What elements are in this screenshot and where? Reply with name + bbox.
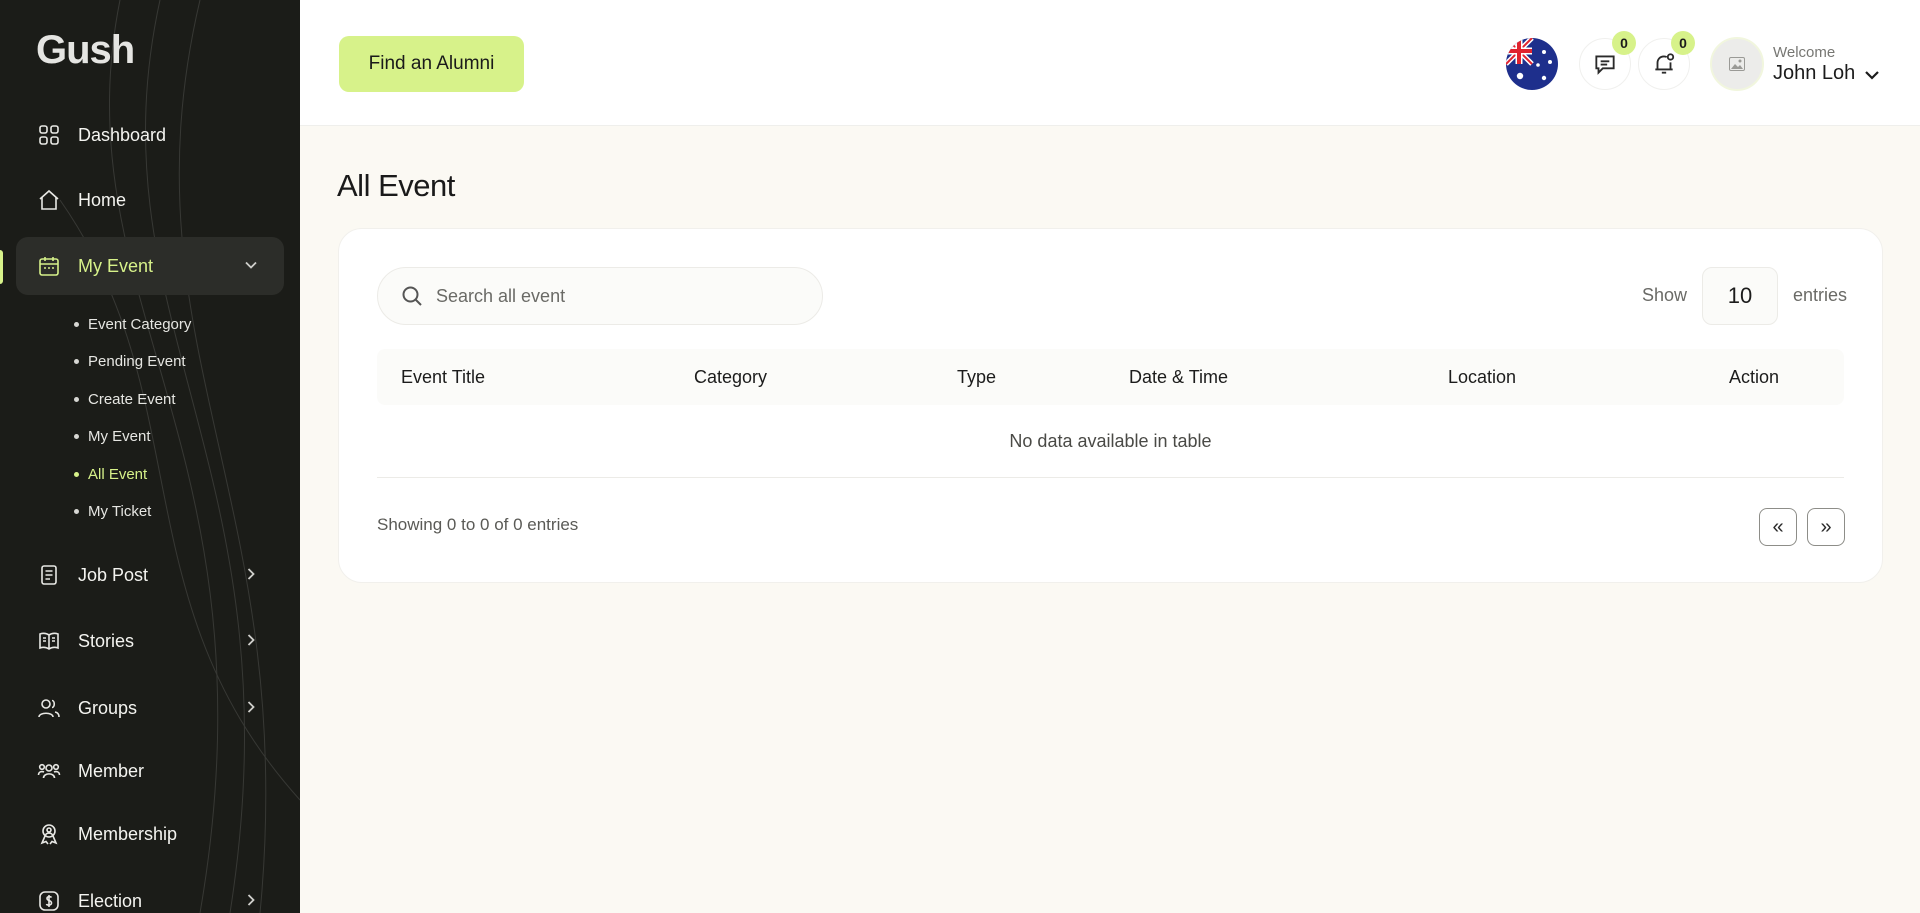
book-icon [36, 628, 62, 654]
sidebar-item-election[interactable]: Election [16, 872, 284, 913]
sub-item-label: My Event [88, 427, 151, 445]
user-menu-chevron-icon[interactable] [1863, 68, 1881, 82]
messages-button[interactable]: 0 [1579, 31, 1636, 90]
chevron-right-icon [244, 893, 258, 907]
search-box[interactable] [377, 267, 823, 325]
home-icon [36, 187, 62, 213]
column-header-event-title[interactable]: Event Title [401, 367, 485, 388]
language-flag-icon[interactable] [1506, 38, 1558, 90]
avatar[interactable] [1710, 37, 1764, 91]
sub-item-pending-event[interactable]: Pending Event [74, 350, 186, 372]
sidebar-item-membership[interactable]: Membership [16, 805, 284, 863]
search-icon [402, 286, 422, 306]
chat-icon [1595, 55, 1615, 75]
show-label: Show [1642, 285, 1688, 305]
active-indicator [0, 250, 3, 284]
sidebar-item-label: Member [78, 760, 145, 781]
column-header-type[interactable]: Type [957, 367, 996, 388]
empty-table-message: No data available in table [377, 405, 1844, 478]
calendar-icon [36, 253, 62, 279]
sub-item-my-event[interactable]: My Event [74, 425, 151, 447]
sidebar-item-label: Stories [78, 630, 135, 651]
sub-item-label: Pending Event [88, 352, 186, 370]
brand-logo[interactable]: Gush [36, 28, 135, 73]
bullet-dot [74, 433, 79, 439]
top-header: Find an Alumni 0 0 Welcome John Loh [300, 0, 1920, 126]
sub-item-event-category[interactable]: Event Category [74, 313, 191, 335]
notifications-button[interactable]: 0 [1638, 31, 1695, 90]
sidebar-item-label: Groups [78, 697, 138, 718]
sidebar-item-label: Election [78, 890, 143, 911]
sidebar-item-groups[interactable]: Groups [16, 679, 284, 737]
search-input[interactable] [436, 285, 796, 307]
bullet-dot [74, 471, 79, 477]
notifications-count-badge: 0 [1671, 31, 1695, 55]
column-header-location[interactable]: Location [1448, 367, 1516, 388]
membership-badge-icon [36, 821, 62, 847]
find-alumni-button[interactable]: Find an Alumni [339, 36, 524, 92]
sidebar-item-my-event[interactable]: My Event [16, 237, 284, 295]
column-header-date-time[interactable]: Date & Time [1129, 367, 1228, 388]
sidebar-item-dashboard[interactable]: Dashboard [16, 106, 284, 164]
previous-page-button[interactable]: « [1759, 508, 1797, 546]
events-table-card: Show 10 entries Event Title Category Typ… [338, 228, 1883, 583]
table-header: Event Title Category Type Date & Time Lo… [377, 349, 1844, 405]
sidebar-item-stories[interactable]: Stories [16, 612, 284, 670]
dashboard-grid-icon [36, 122, 62, 148]
sub-item-label: All Event [88, 465, 148, 483]
sidebar-item-label: Job Post [78, 564, 149, 585]
sidebar-item-job-post[interactable]: Job Post [16, 546, 284, 604]
bell-icon [1655, 53, 1675, 74]
chevron-right-icon [244, 700, 258, 714]
sidebar-item-label: Home [78, 189, 127, 210]
sidebar-item-label: Membership [78, 823, 178, 844]
bullet-dot [74, 396, 79, 402]
sub-item-label: My Ticket [88, 502, 152, 520]
sub-item-all-event[interactable]: All Event [74, 463, 147, 485]
document-icon [36, 562, 62, 588]
brand-logo-text: Gush [36, 28, 135, 72]
image-placeholder-icon [1729, 57, 1745, 71]
page-title: All Event [337, 168, 455, 203]
entries-label: entries [1793, 285, 1848, 305]
chevron-right-icon [244, 567, 258, 581]
messages-count-badge: 0 [1612, 31, 1636, 55]
next-page-button[interactable]: » [1807, 508, 1845, 546]
sidebar-item-label: My Event [78, 255, 154, 276]
sidebar: Gush Dashboard Home My Event Event Categ… [0, 0, 300, 913]
user-name[interactable]: John Loh [1773, 62, 1855, 85]
dollar-icon [36, 888, 62, 913]
bullet-dot [74, 358, 79, 364]
members-icon [36, 758, 62, 784]
sub-item-create-event[interactable]: Create Event [74, 388, 176, 410]
users-icon [36, 695, 62, 721]
sidebar-item-home[interactable]: Home [16, 171, 284, 229]
bullet-dot [74, 508, 79, 514]
column-header-action[interactable]: Action [1729, 367, 1779, 388]
page-size-select[interactable]: 10 [1702, 267, 1778, 325]
chevron-right-icon [244, 633, 258, 647]
sub-item-my-ticket[interactable]: My Ticket [74, 500, 151, 522]
sidebar-item-member[interactable]: Member [16, 742, 284, 800]
sub-item-label: Event Category [88, 315, 192, 333]
bullet-dot [74, 321, 79, 327]
column-header-category[interactable]: Category [694, 367, 767, 388]
table-info: Showing 0 to 0 of 0 entries [377, 515, 579, 534]
welcome-text: Welcome [1773, 44, 1836, 61]
sidebar-item-label: Dashboard [78, 124, 167, 145]
sub-item-label: Create Event [88, 390, 176, 408]
chevron-down-icon [244, 258, 258, 272]
